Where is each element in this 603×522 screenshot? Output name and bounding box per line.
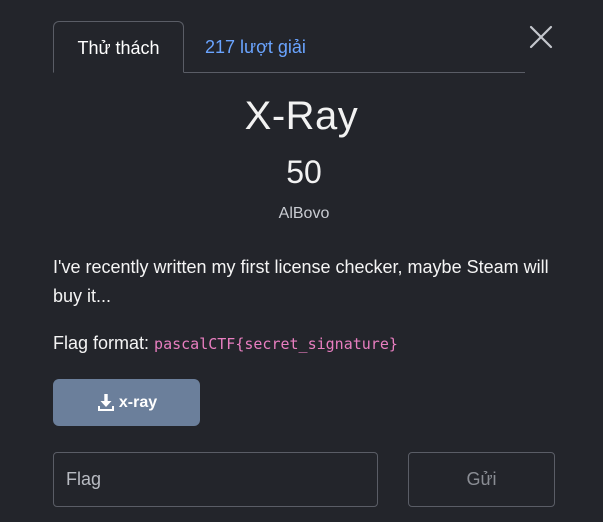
challenge-points: 50	[286, 154, 322, 190]
challenge-author: AlBovo	[278, 205, 330, 222]
flag-input[interactable]	[53, 452, 378, 507]
tab-solves[interactable]: 217 lượt giải	[205, 21, 306, 73]
submit-button[interactable]: Gửi	[408, 452, 555, 507]
flag-format: Flag format: pascalCTF{secret_signature}	[53, 333, 398, 354]
file-download-button[interactable]: x-ray	[53, 379, 200, 426]
tab-bar: Thử thách 217 lượt giải	[53, 21, 525, 73]
file-name: x-ray	[118, 393, 158, 411]
challenge-modal: Thử thách 217 lượt giải X-Ray 50 AlBovo …	[0, 0, 603, 522]
challenge-title: X-Ray	[244, 94, 359, 138]
flag-format-value: pascalCTF{secret_signature}	[154, 335, 398, 353]
flag-format-label: Flag format:	[53, 333, 150, 353]
download-icon	[97, 393, 114, 411]
challenge-description: I've recently written my first license c…	[53, 257, 549, 306]
close-button[interactable]	[526, 22, 556, 52]
close-icon	[529, 25, 553, 49]
tab-challenge[interactable]: Thử thách	[53, 21, 184, 73]
